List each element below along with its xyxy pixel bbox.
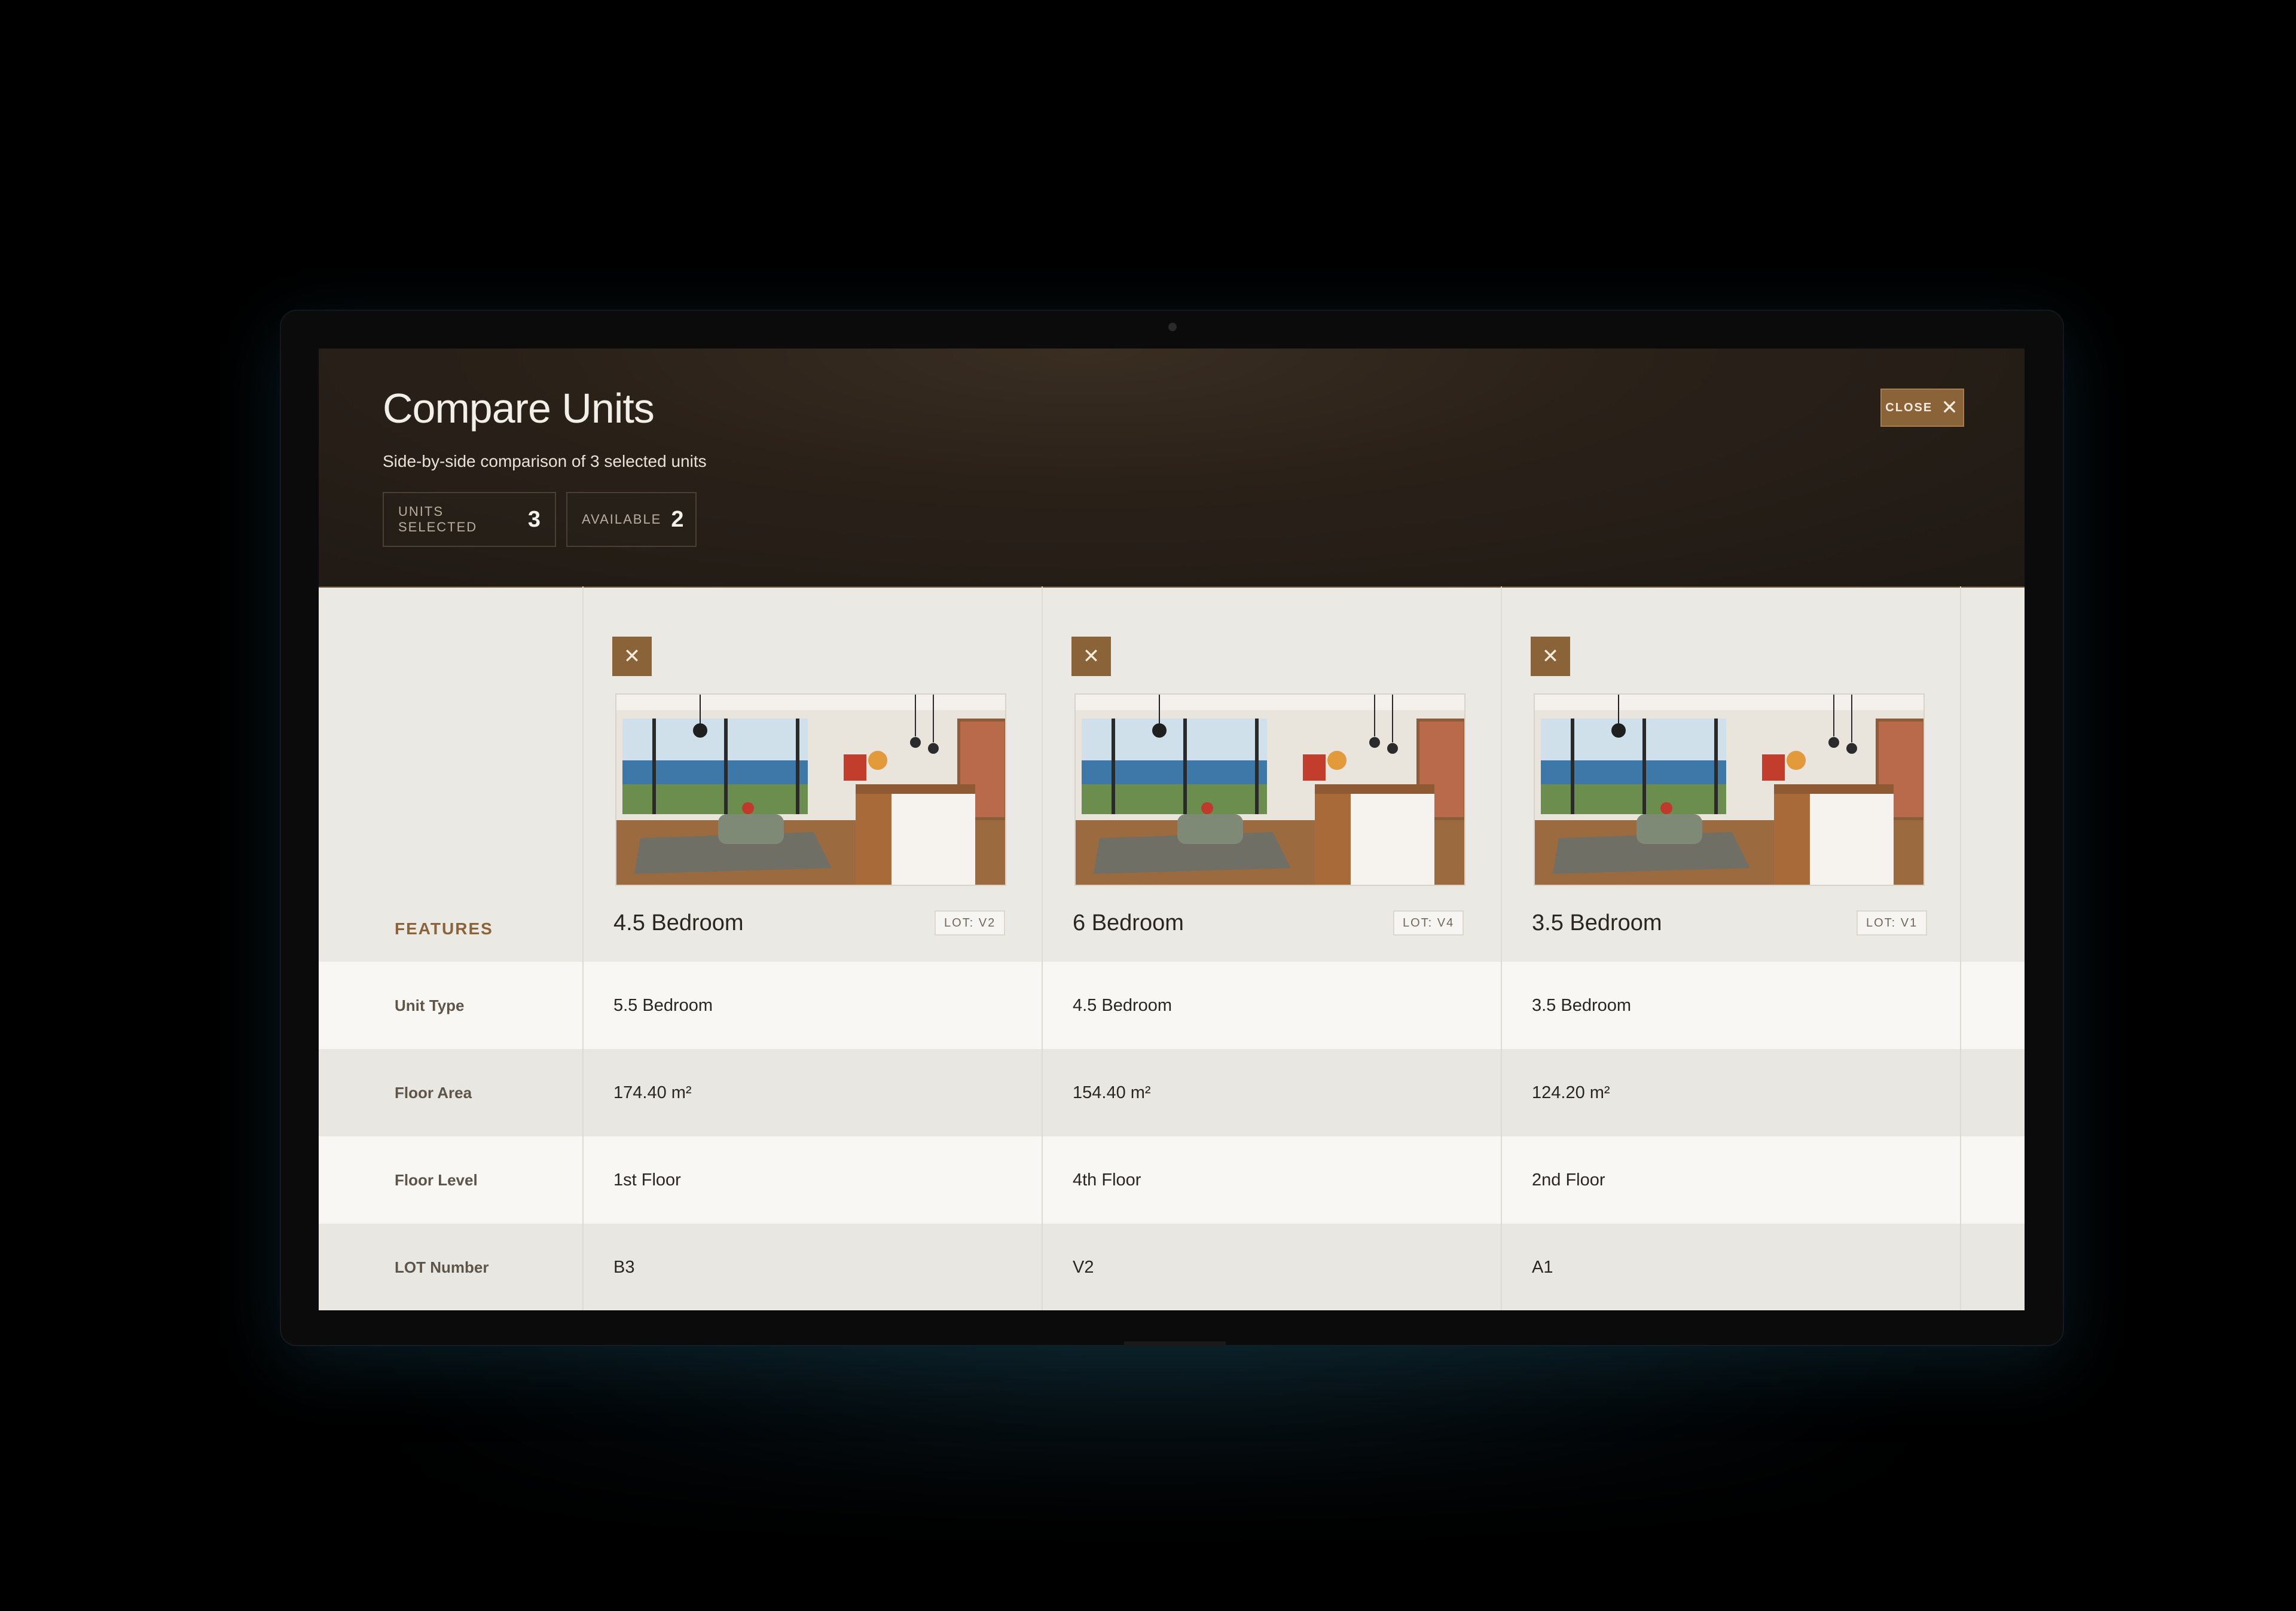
row-label: Floor Level [395, 1170, 478, 1189]
close-icon: ✕ [1941, 396, 1959, 419]
column-divider [1501, 962, 1502, 1310]
unit-photo [1534, 693, 1925, 886]
table-row: Unit Type 5.5 Bedroom 4.5 Bedroom 3.5 Be… [319, 962, 2025, 1049]
close-label: CLOSE [1885, 401, 1933, 414]
close-icon: ✕ [1541, 645, 1559, 668]
chip-value: 3 [527, 506, 541, 532]
column-divider [1042, 962, 1043, 1310]
row-label: LOT Number [395, 1258, 489, 1276]
living-room-image [1076, 695, 1464, 885]
row-cell: 124.20 m² [1532, 1083, 1610, 1102]
monitor-stand [1124, 1341, 1226, 1346]
row-cell: A1 [1532, 1257, 1553, 1277]
unit-photo [615, 693, 1006, 886]
units-selected-chip: UNITS SELECTED 3 [383, 492, 556, 547]
unit-name: 4.5 Bedroom [613, 910, 744, 936]
row-cell: 1st Floor [613, 1170, 681, 1190]
features-heading: FEATURES [395, 919, 493, 938]
living-room-image [1535, 695, 1923, 885]
compare-header: Compare Units Side-by-side comparison of… [319, 349, 2025, 588]
remove-unit-button[interactable]: ✕ [612, 637, 652, 676]
lot-badge: LOT: V1 [1857, 910, 1928, 936]
chip-label: AVAILABLE [582, 512, 662, 527]
row-cell: 4th Floor [1073, 1170, 1141, 1190]
row-cell: 5.5 Bedroom [613, 995, 713, 1015]
row-cell: B3 [613, 1257, 635, 1277]
available-chip: AVAILABLE 2 [566, 492, 697, 547]
unit-name: 6 Bedroom [1073, 910, 1184, 936]
page-subtitle: Side-by-side comparison of 3 selected un… [383, 452, 707, 470]
close-icon: ✕ [623, 645, 641, 668]
unit-name: 3.5 Bedroom [1532, 910, 1662, 936]
chip-value: 2 [671, 506, 684, 532]
page-title: Compare Units [383, 385, 655, 432]
compare-units-screen: Compare Units Side-by-side comparison of… [319, 349, 2025, 1310]
row-label: Unit Type [395, 996, 465, 1014]
row-cell: 2nd Floor [1532, 1170, 1605, 1190]
living-room-image [616, 695, 1005, 885]
row-cell: 3.5 Bedroom [1532, 995, 1632, 1015]
unit-photo [1074, 693, 1465, 886]
row-cell: V2 [1073, 1257, 1094, 1277]
column-divider [1960, 962, 1961, 1310]
remove-unit-button[interactable]: ✕ [1071, 637, 1111, 676]
column-divider [582, 962, 584, 1310]
camera-dot [1168, 323, 1177, 331]
row-cell: 4.5 Bedroom [1073, 995, 1173, 1015]
lot-badge: LOT: V4 [1393, 910, 1464, 936]
row-cell: 154.40 m² [1073, 1083, 1151, 1102]
row-cell: 174.40 m² [613, 1083, 692, 1102]
table-row: Floor Area 174.40 m² 154.40 m² 124.20 m² [319, 1049, 2025, 1136]
close-icon: ✕ [1082, 645, 1100, 668]
table-row: LOT Number B3 V2 A1 [319, 1224, 2025, 1310]
row-label: Floor Area [395, 1083, 472, 1102]
chip-label: UNITS SELECTED [398, 504, 478, 534]
lot-badge: LOT: V2 [935, 910, 1006, 936]
close-button[interactable]: CLOSE ✕ [1880, 389, 1964, 427]
remove-unit-button[interactable]: ✕ [1531, 637, 1570, 676]
table-row: Floor Level 1st Floor 4th Floor 2nd Floo… [319, 1136, 2025, 1224]
